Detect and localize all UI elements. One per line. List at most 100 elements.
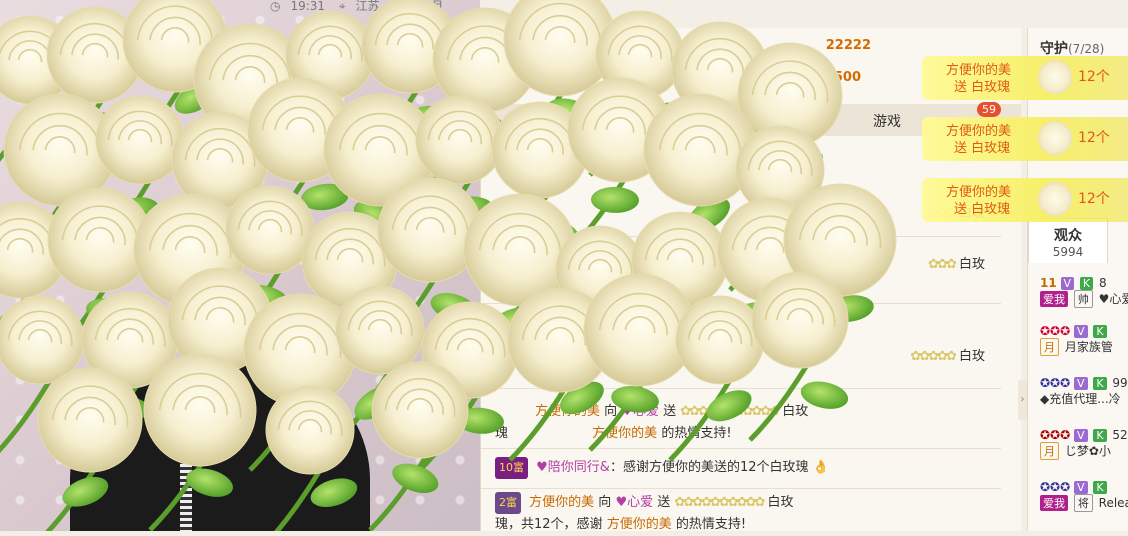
audience-name: 月家族管: [1064, 340, 1113, 354]
k-badge: K: [1079, 277, 1094, 290]
message-verb: 送: [663, 404, 677, 419]
month-badge: 月: [431, 0, 444, 12]
vip-badge: V: [1074, 429, 1088, 442]
gift-notification: 方便你的美 送 白玫瑰 12个: [922, 56, 1128, 100]
chat-message: ✿✿✿ 白玫: [495, 203, 985, 225]
message-user[interactable]: 方便你的美: [529, 495, 594, 510]
row-number: 52: [1112, 428, 1128, 442]
chat-message: 10富 ♥陪你同行&：感谢方便你的美送的12个白玫瑰 👌: [495, 457, 995, 479]
audience-row[interactable]: ✪✪✪ V K 月 月家族管: [1040, 324, 1128, 366]
tab-audience[interactable]: 观众 5994: [1028, 218, 1108, 263]
message-action: 向: [604, 404, 618, 419]
gift-description: 送 白玫瑰: [954, 141, 1011, 156]
rose-icons: ✿✿✿✿✿✿✿✿✿✿✿: [680, 404, 780, 419]
gift-count: 12个: [1078, 130, 1110, 146]
vip-badge: V: [1074, 481, 1088, 494]
message-user[interactable]: 方便你的美: [535, 404, 600, 419]
message-line2-end: 的热情支持!: [661, 426, 732, 441]
level-number: 11: [1040, 276, 1057, 290]
rose-icons: ✿✿✿✿✿✿✿✿✿✿: [674, 495, 765, 510]
gift-count: 12个: [1078, 191, 1110, 207]
stream-location: 江苏: [355, 0, 380, 12]
message-user-2[interactable]: 方便你的美: [607, 517, 672, 532]
audience-name: ◆充值代理...冷: [1040, 392, 1121, 406]
k-badge: K: [1093, 429, 1107, 442]
medal-icon: ✪✪✪: [1040, 428, 1071, 442]
guard-count: (7/28): [1068, 42, 1105, 56]
guard-header: 守护(7/28): [1040, 38, 1104, 58]
divider: [481, 236, 1001, 237]
medal-icon: ✪✪✪: [1040, 324, 1071, 338]
audience-row[interactable]: ✪✪✪ V K 99 ◆充值代理...冷: [1040, 376, 1128, 418]
chat-message: ✿✿✿ 白玫: [495, 254, 985, 276]
fan-badge: 爱我: [1040, 495, 1068, 511]
message-tail: 白玫: [958, 257, 985, 272]
rank-number-2: 500: [833, 70, 861, 85]
white-rose-icon: [1038, 60, 1072, 94]
video-stream[interactable]: [0, 0, 480, 531]
audience-name: じ梦✿小: [1064, 444, 1111, 458]
divider: [481, 388, 1001, 389]
fan-badge: 爱我: [1040, 291, 1068, 307]
stream-time: 19:31: [290, 0, 326, 12]
divider: [481, 488, 1001, 489]
rose-icons: ✿✿✿: [928, 257, 957, 272]
white-rose-icon: [1038, 121, 1072, 155]
rose-icons: ✿✿✿✿✿: [910, 349, 956, 364]
message-line2: 瑰，共12个，感谢: [495, 517, 603, 532]
medal-icon: ✪✪✪: [1040, 480, 1071, 494]
chat-panel: 22222 500 游戏 59 ✿✿✿ 白玫 ✿✿✿ 白玫 ✿✿✿✿✿ 白玫 方…: [480, 28, 1021, 532]
location-icon: ⌖: [338, 0, 346, 12]
k-badge: K: [1093, 481, 1107, 494]
notification-badge: 59: [977, 102, 1001, 117]
divider: [481, 303, 1001, 304]
audience-row[interactable]: 11 V K 8 爱我 帅 ♥心爱: [1040, 276, 1128, 318]
white-rose-icon: [1038, 182, 1072, 216]
gift-description: 送 白玫瑰: [954, 202, 1011, 217]
vip-badge: V: [1074, 377, 1088, 390]
row-number: 99: [1112, 376, 1128, 390]
gift-notification: 方便你的美 送 白玫瑰 12个: [922, 178, 1128, 222]
role-badge: 帅: [1073, 290, 1093, 308]
gift-notification: 方便你的美 送 白玫瑰 12个: [922, 117, 1128, 161]
audience-row[interactable]: ✪✪✪ V K 爱我 将 Relea: [1040, 480, 1128, 522]
stream-info-bar: ◷ 19:31 ⌖ 江苏 家族 月: [270, 0, 540, 12]
audience-title: 观众: [1054, 228, 1082, 244]
chat-message: ✿✿✿✿✿ 白玫: [495, 346, 985, 368]
message-tail: 白玫: [958, 349, 985, 364]
message-target[interactable]: ♥心爱: [615, 495, 653, 510]
gift-description: 送 白玫瑰: [954, 80, 1011, 95]
clap-icon: 👌: [812, 460, 829, 475]
wealth-level-badge: 2富: [495, 492, 521, 514]
streamer-figure: [70, 360, 370, 531]
guard-title[interactable]: 守护: [1040, 41, 1068, 57]
side-panel: 守护(7/28) 观众 5994 11 V K 8 爱我 帅 ♥心爱 ✪✪✪ V…: [1027, 28, 1128, 531]
k-badge: K: [1093, 377, 1107, 390]
message-line2-end: 的热情支持!: [675, 517, 747, 532]
audience-row[interactable]: ✪✪✪ V K 52 月 じ梦✿小: [1040, 428, 1128, 470]
audience-count: 5994: [1052, 245, 1084, 259]
vip-badge: V: [1074, 325, 1088, 338]
clock-icon: ◷: [270, 0, 281, 12]
message-verb: 送: [657, 495, 671, 510]
audience-name: ♥心爱: [1098, 292, 1128, 306]
k-badge: K: [1093, 325, 1107, 338]
message-tail: 白玫: [782, 404, 809, 419]
month-badge: 月: [1040, 338, 1059, 356]
message-user-2[interactable]: 方便你的美: [592, 426, 657, 441]
tab-game[interactable]: 游戏: [873, 111, 901, 131]
panel-collapse-arrow[interactable]: ›: [1018, 380, 1027, 420]
message-line2: 瑰: [495, 426, 509, 441]
rank-number-1: 22222: [825, 38, 871, 53]
month-badge: 月: [1040, 442, 1059, 460]
message-text: ：感谢方便你的美送的12个白玫瑰: [609, 460, 809, 475]
message-user[interactable]: ♥陪你同行&: [536, 460, 610, 475]
vip-badge: V: [1060, 277, 1075, 290]
gift-count: 12个: [1078, 69, 1110, 85]
role-badge: 将: [1073, 494, 1093, 512]
wealth-level-badge: 10富: [495, 457, 528, 479]
stream-tag: 家族: [393, 0, 418, 12]
chat-message: 2富 方便你的美 向 ♥心爱 送 ✿✿✿✿✿✿✿✿✿✿ 白玫 瑰，共12个，感谢…: [495, 492, 995, 536]
divider: [481, 448, 1001, 449]
message-target[interactable]: ♥心爱: [621, 404, 659, 419]
